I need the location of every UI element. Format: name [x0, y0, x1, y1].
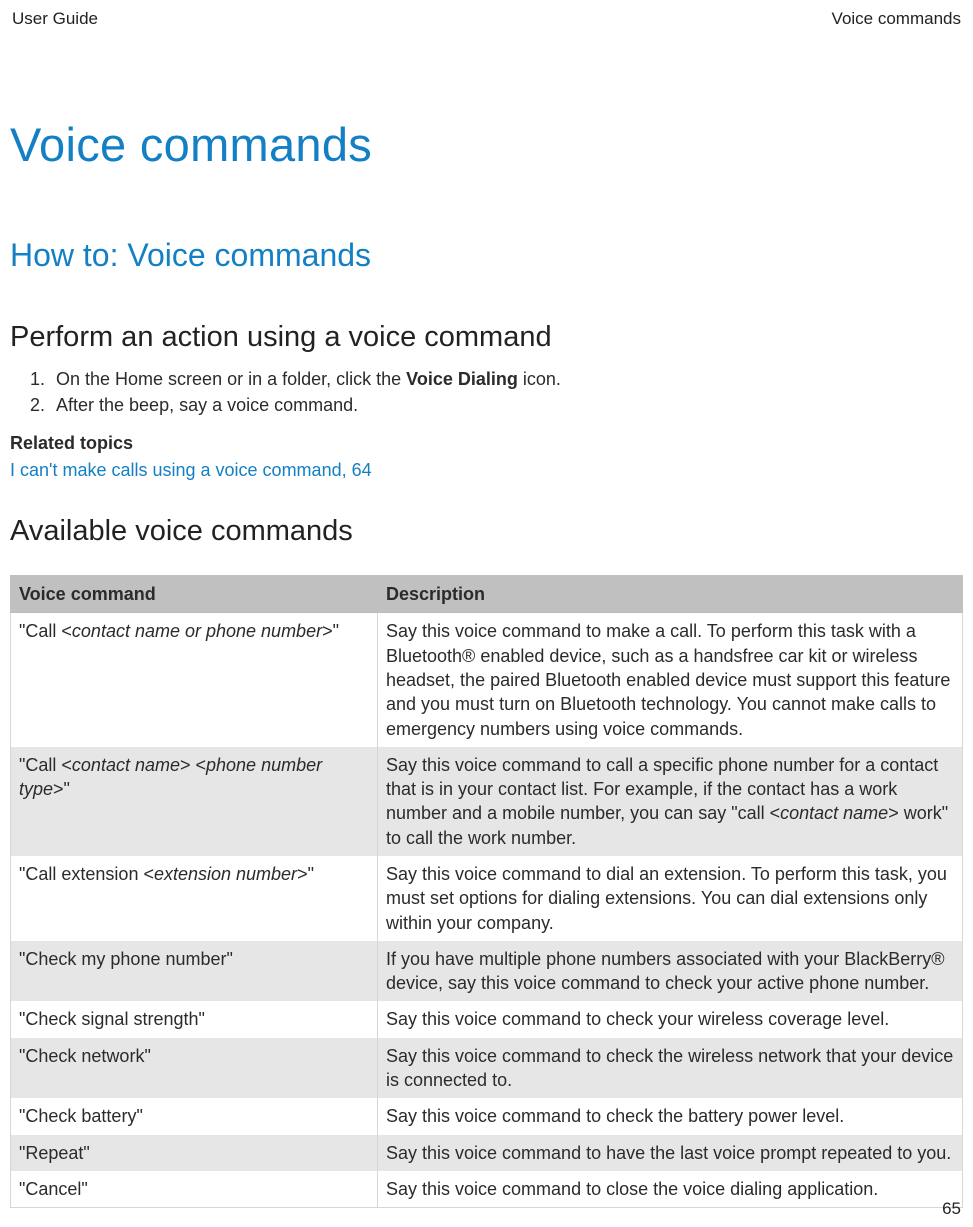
cell-command: "Call extension <extension number>" [11, 856, 378, 941]
table-row: "Call <contact name> <phone number type>… [11, 747, 963, 856]
desc-placeholder: contact name [780, 803, 888, 823]
subsection-perform-action: Perform an action using a voice command [10, 318, 963, 357]
cell-description: Say this voice command to dial an extens… [378, 856, 963, 941]
col-header-command: Voice command [11, 576, 378, 613]
cmd-text: >" [322, 621, 339, 641]
cell-command: "Check network" [11, 1038, 378, 1099]
cell-description: Say this voice command to call a specifi… [378, 747, 963, 856]
step-2: After the beep, say a voice command. [50, 393, 963, 417]
header-left: User Guide [12, 8, 98, 31]
cell-description: Say this voice command to make a call. T… [378, 613, 963, 747]
cmd-text: "Call < [19, 621, 72, 641]
voice-commands-table: Voice command Description "Call <contact… [10, 575, 963, 1208]
cell-command: "Call <contact name or phone number>" [11, 613, 378, 747]
table-row: "Check my phone number" If you have mult… [11, 941, 963, 1002]
related-topics-label: Related topics [10, 431, 963, 455]
cell-command: "Check my phone number" [11, 941, 378, 1002]
cell-command: "Cancel" [11, 1171, 378, 1208]
page-number: 65 [942, 1198, 961, 1221]
step-1-pre: On the Home screen or in a folder, click… [56, 369, 406, 389]
cell-command: "Call <contact name> <phone number type>… [11, 747, 378, 856]
cell-command: "Check signal strength" [11, 1001, 378, 1037]
cell-command: "Check battery" [11, 1098, 378, 1134]
cell-description: Say this voice command to check the batt… [378, 1098, 963, 1134]
cmd-placeholder: extension number [154, 864, 297, 884]
step-1-bold: Voice Dialing [406, 369, 518, 389]
cmd-text: > < [180, 755, 206, 775]
cell-description: Say this voice command to check the wire… [378, 1038, 963, 1099]
col-header-description: Description [378, 576, 963, 613]
table-header-row: Voice command Description [11, 576, 963, 613]
step-1-post: icon. [518, 369, 561, 389]
table-row: "Check network" Say this voice command t… [11, 1038, 963, 1099]
table-row: "Check signal strength" Say this voice c… [11, 1001, 963, 1037]
table-row: "Call <contact name or phone number>" Sa… [11, 613, 963, 747]
cmd-text: "Call < [19, 755, 72, 775]
cell-description: Say this voice command to close the voic… [378, 1171, 963, 1208]
cmd-text: >" [297, 864, 314, 884]
cmd-placeholder: contact name [72, 755, 180, 775]
subsection-available-commands: Available voice commands [10, 512, 963, 551]
header-right: Voice commands [832, 8, 961, 31]
table-row: "Repeat" Say this voice command to have … [11, 1135, 963, 1171]
step-1: On the Home screen or in a folder, click… [50, 367, 963, 391]
table-row: "Call extension <extension number>" Say … [11, 856, 963, 941]
table-row: "Check battery" Say this voice command t… [11, 1098, 963, 1134]
cell-description: Say this voice command to check your wir… [378, 1001, 963, 1037]
cell-description: If you have multiple phone numbers assoc… [378, 941, 963, 1002]
related-link[interactable]: I can't make calls using a voice command… [10, 458, 372, 482]
cell-command: "Repeat" [11, 1135, 378, 1171]
cmd-text: >" [53, 779, 70, 799]
table-row: "Cancel" Say this voice command to close… [11, 1171, 963, 1208]
cmd-placeholder: contact name or phone number [72, 621, 322, 641]
page-header: User Guide Voice commands [10, 8, 963, 31]
page-title: Voice commands [10, 113, 963, 176]
cmd-text: "Call extension < [19, 864, 154, 884]
steps-list: On the Home screen or in a folder, click… [10, 367, 963, 418]
cell-description: Say this voice command to have the last … [378, 1135, 963, 1171]
section-heading-howto: How to: Voice commands [10, 234, 963, 277]
